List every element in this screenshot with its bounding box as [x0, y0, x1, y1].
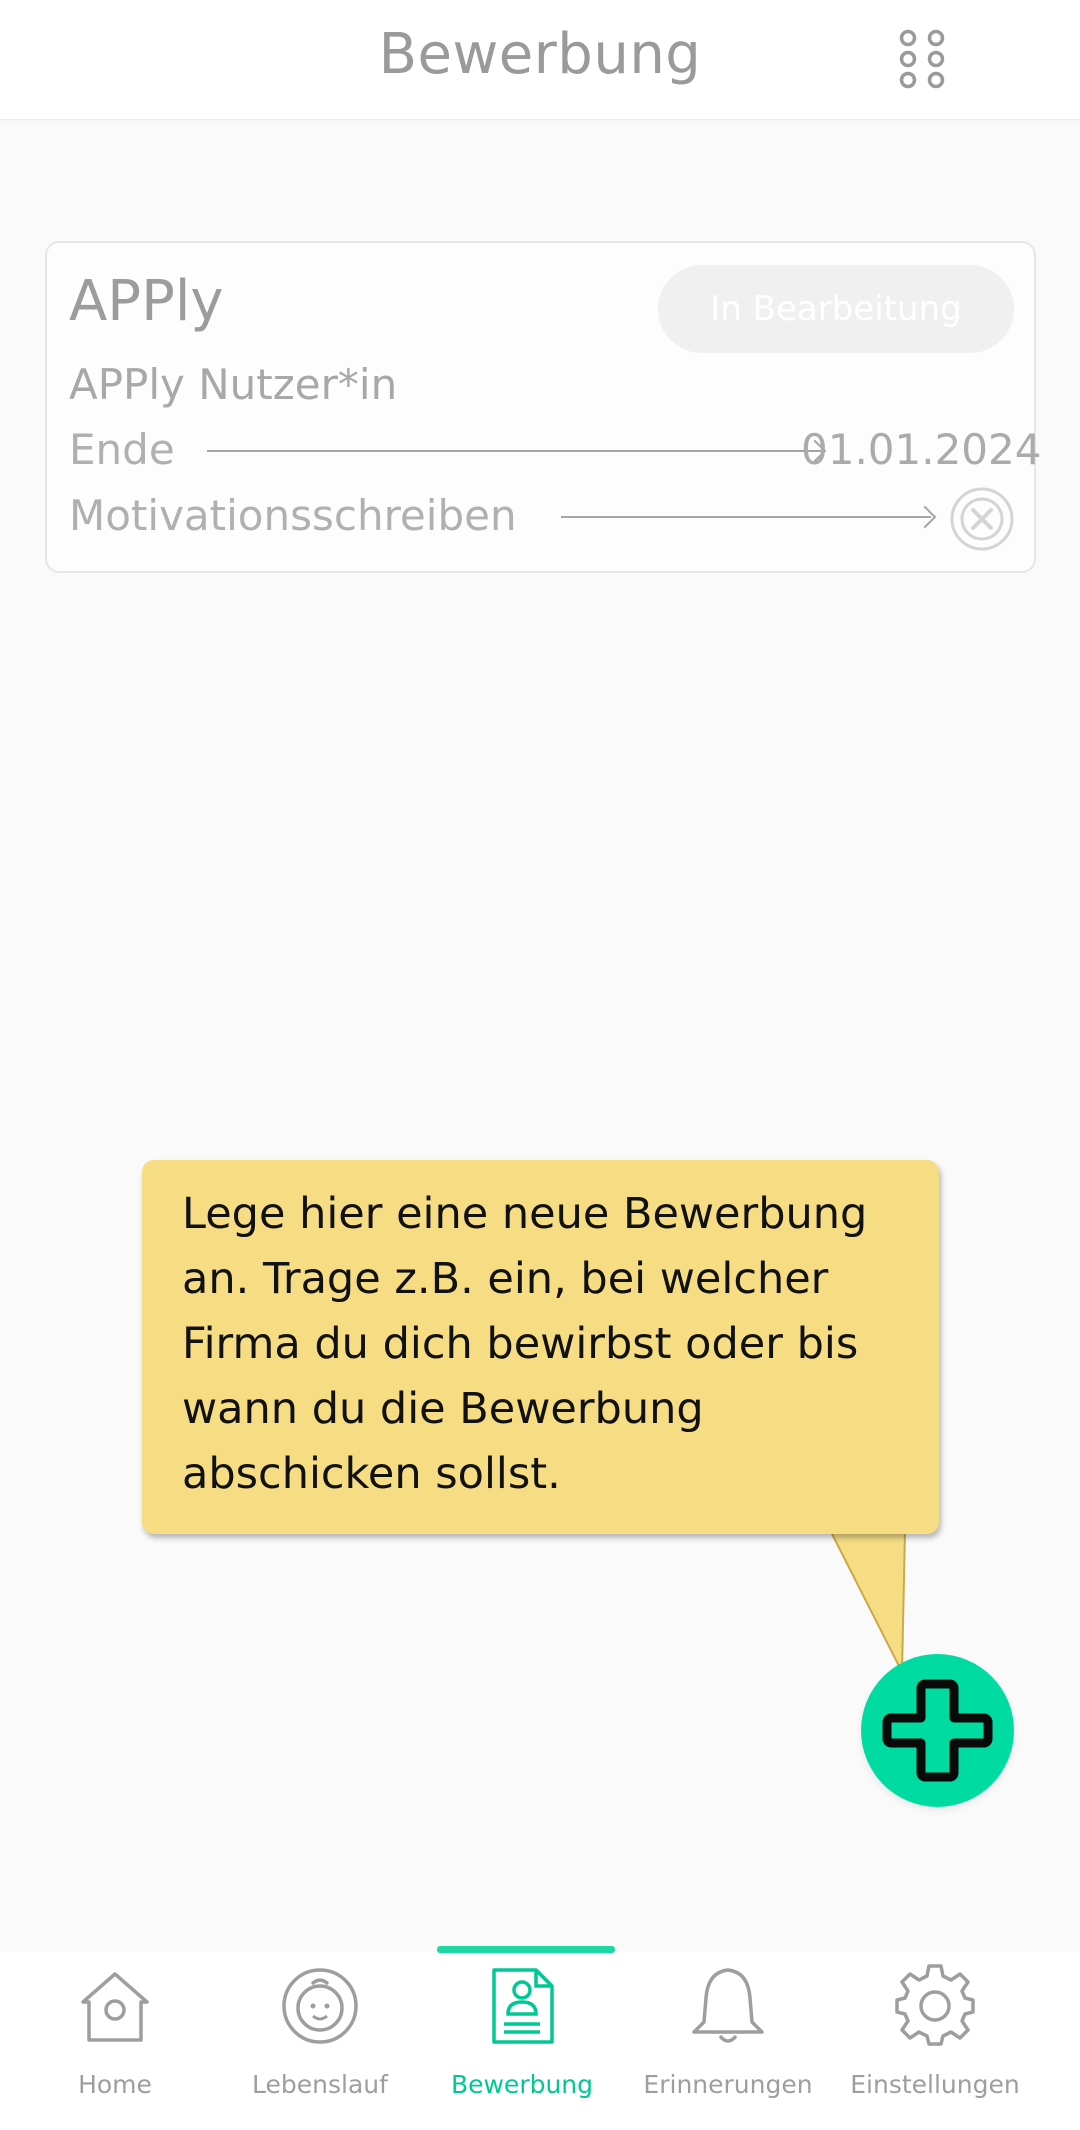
- onboarding-tooltip: Lege hier eine neue Bewerbung an. Trage …: [142, 1160, 939, 1534]
- application-title: APPly: [69, 269, 224, 334]
- nav-item-home[interactable]: Home: [20, 1952, 210, 2130]
- add-application-button[interactable]: [861, 1654, 1014, 1807]
- bottom-navigation: Home Lebenslauf Bewerbung Erinnerungen E…: [0, 1946, 1080, 2130]
- bell-icon: [686, 1964, 770, 2048]
- nav-label-einstellungen: Einstellungen: [850, 2070, 1020, 2099]
- nav-label-home: Home: [78, 2070, 152, 2099]
- grid-dots-icon[interactable]: [898, 28, 946, 90]
- cover-letter-label: Motivationsschreiben: [69, 491, 517, 540]
- deadline-label: Ende: [69, 425, 175, 474]
- tooltip-text: Lege hier eine neue Bewerbung an. Trage …: [182, 1189, 868, 1499]
- deadline-value: 01.01.2024: [801, 425, 1042, 474]
- arrow-connector: [561, 516, 931, 518]
- nav-label-bewerbung: Bewerbung: [450, 2070, 594, 2099]
- face-icon: [278, 1964, 362, 2048]
- home-icon: [73, 1964, 157, 2048]
- nav-item-bewerbung[interactable]: Bewerbung: [427, 1952, 617, 2130]
- nav-item-erinnerungen[interactable]: Erinnerungen: [633, 1952, 823, 2130]
- document-person-icon: [480, 1964, 564, 2048]
- status-badge: In Bearbeitung: [658, 265, 1014, 353]
- app-header: Bewerbung: [0, 0, 1080, 120]
- nav-label-lebenslauf: Lebenslauf: [252, 2070, 388, 2099]
- plus-icon: [882, 1679, 993, 1782]
- application-subtitle: APPly Nutzer*in: [69, 360, 398, 409]
- nav-item-einstellungen[interactable]: Einstellungen: [840, 1952, 1030, 2130]
- arrow-connector: [207, 450, 821, 452]
- remove-circle-icon[interactable]: [949, 486, 1015, 552]
- application-card[interactable]: APPly In Bearbeitung APPly Nutzer*in End…: [45, 241, 1041, 573]
- nav-item-lebenslauf[interactable]: Lebenslauf: [225, 1952, 415, 2130]
- gear-icon: [893, 1964, 977, 2048]
- nav-label-erinnerungen: Erinnerungen: [643, 2070, 813, 2099]
